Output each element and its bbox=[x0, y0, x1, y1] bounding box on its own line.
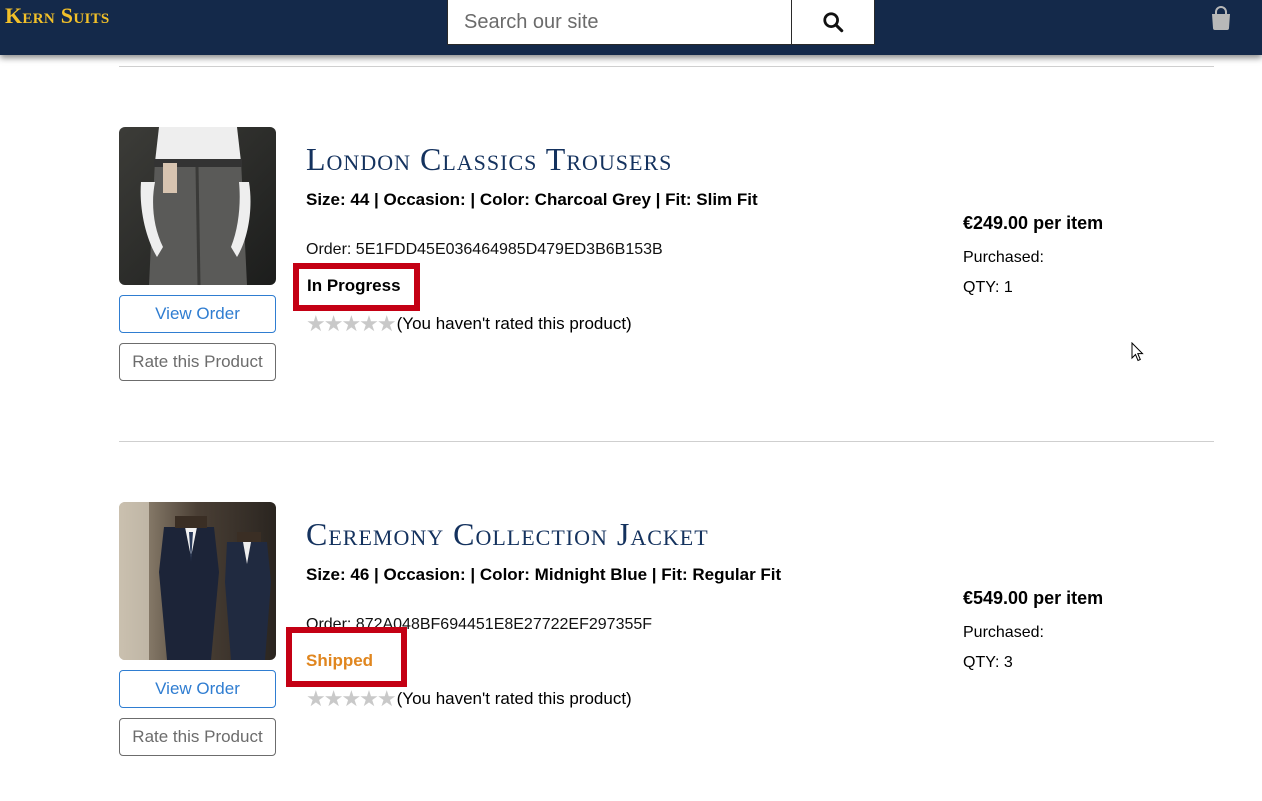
section-divider bbox=[119, 441, 1214, 442]
view-order-button[interactable]: View Order bbox=[119, 295, 276, 333]
rate-product-button[interactable]: Rate this Product bbox=[119, 343, 276, 381]
order-item: View Order Rate this Product London Clas… bbox=[0, 127, 1262, 387]
purchased-label: Purchased: bbox=[963, 624, 1044, 641]
search-bar bbox=[447, 0, 875, 45]
product-title[interactable]: London Classics Trousers bbox=[306, 141, 672, 178]
product-specs: Size: 44 | Occasion: | Color: Charcoal G… bbox=[306, 190, 758, 209]
product-specs: Size: 46 | Occasion: | Color: Midnight B… bbox=[306, 565, 782, 584]
quantity: QTY: 3 bbox=[963, 654, 1013, 671]
rating-text: (You haven't rated this product) bbox=[396, 689, 632, 708]
price-value: €549.00 bbox=[963, 588, 1029, 608]
site-logo[interactable]: Kern Suits bbox=[5, 3, 110, 29]
order-status: In Progress bbox=[307, 276, 401, 295]
rating-stars[interactable]: ★★★★★ bbox=[306, 688, 397, 710]
rating-stars[interactable]: ★★★★★ bbox=[306, 313, 397, 335]
search-button[interactable] bbox=[791, 0, 874, 44]
mouse-cursor-icon bbox=[1131, 342, 1144, 362]
price-value: €249.00 bbox=[963, 213, 1029, 233]
price-suffix: per item bbox=[1028, 588, 1104, 608]
section-divider bbox=[119, 66, 1214, 67]
search-icon bbox=[823, 12, 844, 33]
product-image[interactable] bbox=[119, 502, 276, 660]
product-image[interactable] bbox=[119, 127, 276, 285]
rating-text: (You haven't rated this product) bbox=[396, 314, 632, 333]
quantity: QTY: 1 bbox=[963, 279, 1013, 296]
order-item: View Order Rate this Product Ceremony Co… bbox=[0, 502, 1262, 762]
rate-product-button[interactable]: Rate this Product bbox=[119, 718, 276, 756]
item-price: €549.00 per item bbox=[963, 588, 1103, 609]
order-number: Order: 5E1FDD45E036464985D479ED3B6B153B bbox=[306, 241, 663, 258]
purchased-label: Purchased: bbox=[963, 249, 1044, 266]
product-rating: ★★★★★ (You haven't rated this product) bbox=[306, 313, 632, 335]
search-input[interactable] bbox=[448, 0, 791, 44]
shopping-bag-icon[interactable] bbox=[1210, 6, 1232, 30]
product-rating: ★★★★★ (You haven't rated this product) bbox=[306, 688, 632, 710]
view-order-button[interactable]: View Order bbox=[119, 670, 276, 708]
top-navigation-bar: Kern Suits bbox=[0, 0, 1262, 55]
order-status: Shipped bbox=[306, 651, 374, 670]
item-price: €249.00 per item bbox=[963, 213, 1103, 234]
price-suffix: per item bbox=[1028, 213, 1104, 233]
product-title[interactable]: Ceremony Collection Jacket bbox=[306, 516, 709, 553]
